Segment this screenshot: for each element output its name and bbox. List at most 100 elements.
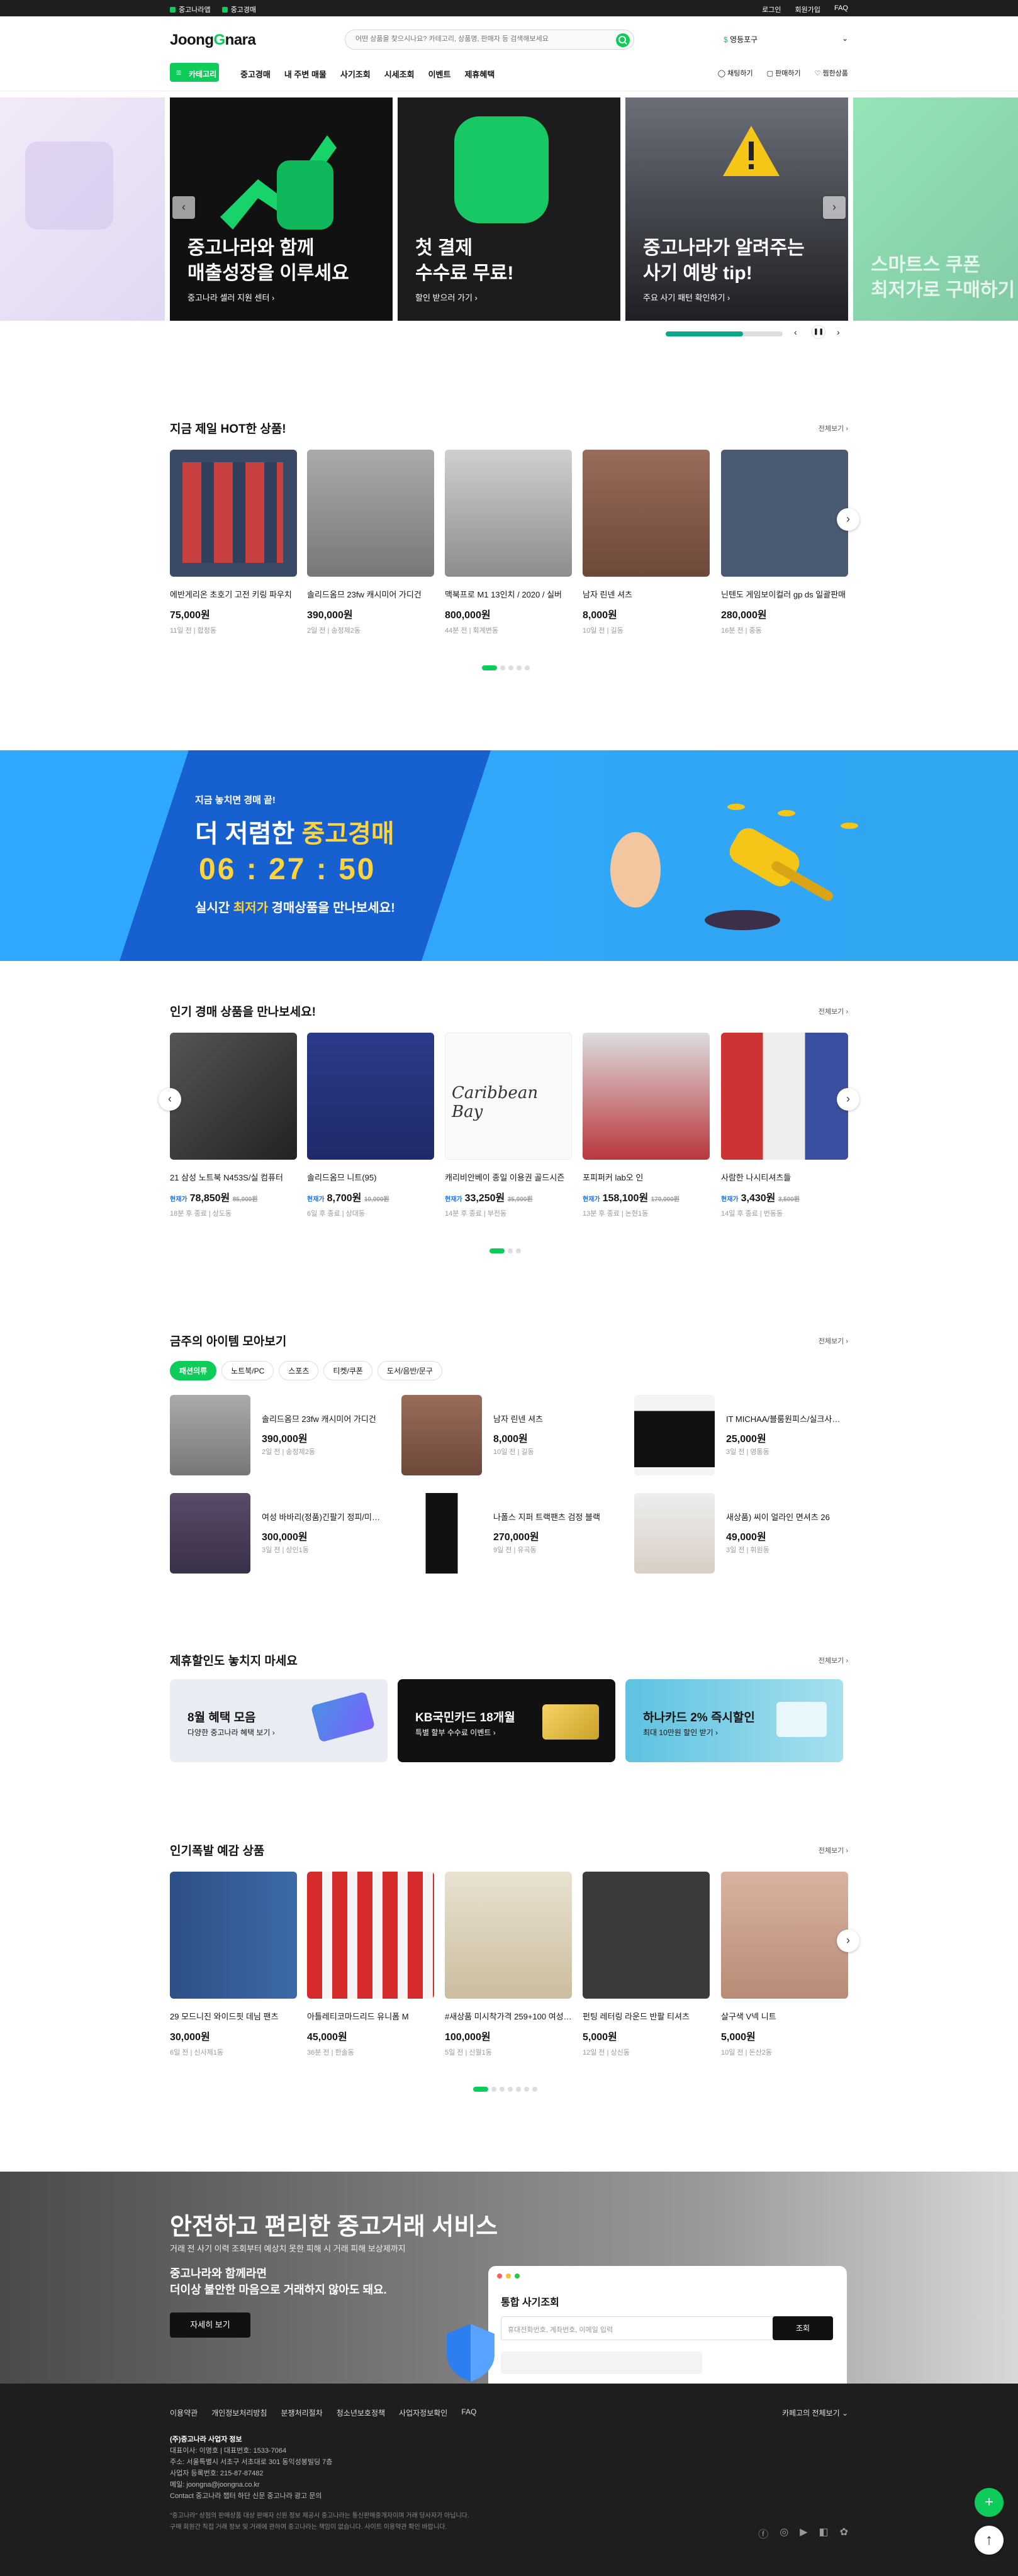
footer-link-youth[interactable]: 청소년보호정책 <box>337 2407 385 2418</box>
curated-more-link[interactable]: 전체보기 › <box>819 1336 848 1346</box>
auction-card[interactable]: 솔리드옴므 니트(95) 현재가 8,700원 10,000원 6일 후 종료 |… <box>307 1033 434 1218</box>
banner-link[interactable]: 중고나라 셀러 지원 센터 › <box>187 291 349 303</box>
pause-icon[interactable]: ❚❚ <box>812 325 825 339</box>
footer-link-privacy[interactable]: 개인정보처리방침 <box>211 2407 267 2418</box>
company-info-line: Contact 중고나라 챕터 하단 신문 중고나라 광고 문의 <box>170 2492 322 2500</box>
popular-next-button[interactable]: › <box>837 1929 859 1952</box>
product-meta: 3일 전 | 휘원동 <box>726 1546 769 1554</box>
product-image <box>401 1493 482 1574</box>
nav-nearby[interactable]: 내 주변 매물 <box>284 68 327 80</box>
product-card[interactable]: 29 모드니진 와이드핏 데님 팬츠 30,000원 6일 전 | 신사제1동 <box>170 1872 297 2057</box>
auction-card[interactable]: 포피퍼커 lab오 인 현재가 158,100원 170,000원 13분 후 종… <box>583 1033 710 1218</box>
youtube-icon[interactable]: ▶ <box>800 2526 807 2541</box>
hot-more-link[interactable]: 전체보기 › <box>819 423 848 433</box>
banner-prev-button[interactable]: ‹ <box>172 196 195 219</box>
chip-laptop[interactable]: 노트북/PC <box>221 1361 274 1380</box>
nav-auction[interactable]: 중고경매 <box>240 68 271 80</box>
category-menu-button[interactable]: ≡ 카테고리 <box>170 63 219 82</box>
list-item[interactable]: 나폴스 지퍼 트랙팬츠 검정 블랙 270,000원 9일 전 | 유곡동 <box>401 1493 615 1574</box>
product-card[interactable]: 남자 린넨 셔츠 8,000원 10일 전 | 길동 <box>583 450 710 635</box>
auction-prev-button[interactable]: ‹ <box>159 1088 181 1111</box>
product-image <box>307 1872 434 1999</box>
product-card[interactable]: 맥북프로 M1 13인치 / 2020 / 실버 800,000원 44분 전 | … <box>445 450 572 635</box>
fraud-check-input[interactable]: 휴대전화번호, 계좌번호, 이메일 입력 <box>501 2316 778 2340</box>
banner-prev-small[interactable]: ‹ <box>794 327 797 337</box>
hot-next-button[interactable]: › <box>837 508 859 531</box>
product-card[interactable]: 닌텐도 게임보이컬러 gp ds 일괄판매 280,000원 16분 전 | 중동 <box>721 450 848 635</box>
banner-next-button[interactable]: › <box>823 196 846 219</box>
product-image <box>721 450 848 577</box>
login-link[interactable]: 로그인 <box>762 4 781 14</box>
footer-link-business[interactable]: 사업자정보확인 <box>399 2407 447 2418</box>
search-icon[interactable] <box>616 33 630 47</box>
cafe-dropdown[interactable]: 카페고의 전체보기 ⌄ <box>782 2407 848 2418</box>
app-link[interactable]: 중고나라앱 <box>170 4 211 14</box>
instagram-icon[interactable]: ◎ <box>780 2526 788 2541</box>
current-price-label: 현재가 <box>170 1196 187 1203</box>
promo-card-benefits[interactable]: 8월 혜택 모음 다양한 중고나라 혜택 보기 › <box>170 1679 388 1762</box>
product-card[interactable]: 에반게리온 초호기 고전 키링 파우치 75,000원 11일 전 | 합정동 <box>170 450 297 635</box>
chip-fashion[interactable]: 패션의류 <box>170 1361 217 1380</box>
signup-link[interactable]: 회원가입 <box>795 4 820 14</box>
footer-link-faq[interactable]: FAQ <box>461 2407 476 2418</box>
chat-button[interactable]: ◯ 채팅하기 <box>718 68 753 78</box>
product-image <box>634 1395 715 1475</box>
auction-card[interactable]: 사람한 나시티셔츠들 현재가 3,430원 3,500원 14일 후 종료 | 번… <box>721 1033 848 1218</box>
top-bar: 중고나라앱 중고경매 로그인 회원가입 FAQ <box>0 0 1018 16</box>
banner-link[interactable]: 주요 사기 패턴 확인하기 › <box>643 291 805 303</box>
product-card[interactable]: 살구색 V넥 니트 5,000원 10일 전 | 돈산2동 <box>721 1872 848 2057</box>
product-name: IT MICHAA/블룸원피스/실크사이즈 <box>726 1414 846 1424</box>
nav-partner[interactable]: 제휴혜택 <box>464 68 495 80</box>
floating-add-button[interactable]: + <box>975 2488 1004 2517</box>
auction-card[interactable]: 21 삼성 노트북 N453S/실 컴퓨터 현재가 78,850원 85,000원… <box>170 1033 297 1218</box>
banner-next-small[interactable]: › <box>837 327 840 337</box>
blog-icon[interactable]: ◧ <box>819 2526 828 2541</box>
facebook-icon[interactable]: ⓕ <box>758 2526 768 2541</box>
auction-link[interactable]: 중고경매 <box>221 4 256 14</box>
partner-more-link[interactable]: 전체보기 › <box>819 1655 848 1665</box>
list-item[interactable]: 새상품) 씨이 얼라인 면셔츠 26 49,000원 3일 전 | 휘원동 <box>634 1493 848 1574</box>
chip-books[interactable]: 도서/음반/문구 <box>377 1361 442 1380</box>
auction-card[interactable]: Caribbean Bay 캐리비안베이 종일 이용권 골드시즌 현재가 33,2… <box>445 1033 572 1218</box>
kakao-icon[interactable]: ✿ <box>840 2526 848 2541</box>
list-item[interactable]: 솔리드옴므 23fw 캐시미어 가디건 390,000원 2일 전 | 송정제2동 <box>170 1395 384 1475</box>
list-item[interactable]: IT MICHAA/블룸원피스/실크사이즈 25,000원 3일 전 | 영통동 <box>634 1395 848 1475</box>
product-name: 29 모드니진 와이드핏 데님 팬츠 <box>170 2012 279 2021</box>
nav-price-check[interactable]: 시세조회 <box>384 68 415 80</box>
chip-tickets[interactable]: 티켓/쿠폰 <box>323 1361 372 1380</box>
chip-sports[interactable]: 스포츠 <box>279 1361 319 1380</box>
product-card[interactable]: 아틀레티코마드리드 유니폼 M 45,000원 36분 전 | 한솔동 <box>307 1872 434 2057</box>
list-item[interactable]: 남자 린넨 셔츠 8,000원 10일 전 | 길동 <box>401 1395 615 1475</box>
product-card[interactable]: 펀팅 레터링 라운드 반팔 티셔츠 5,000원 12일 전 | 상신동 <box>583 1872 710 2057</box>
footer-link-terms[interactable]: 이용약관 <box>170 2407 198 2418</box>
product-card[interactable]: 솔리드옴므 23fw 캐시미어 가디건 390,000원 2일 전 | 송정제2동 <box>307 450 434 635</box>
product-card[interactable]: #새상품 미시착가격 259+100 여성자켓 100,000원 5일 전 | 신월… <box>445 1872 572 2057</box>
product-price: 49,000원 <box>726 1532 766 1543</box>
faq-link[interactable]: FAQ <box>834 4 848 14</box>
wishlist-button[interactable]: ♡ 찜한상품 <box>815 68 848 78</box>
promo-card-hana[interactable]: 하나카드 2% 즉시할인 최대 10만원 할인 받기 › <box>625 1679 843 1762</box>
nav-fraud-check[interactable]: 사기조회 <box>340 68 371 80</box>
logo[interactable]: JoongGnara <box>170 31 256 49</box>
footer: 이용약관 개인정보처리방침 분쟁처리절차 청소년보호정책 사업자정보확인 FAQ… <box>0 2384 1018 2576</box>
auction-pagination <box>489 1248 521 1253</box>
list-item[interactable]: 여성 바바리(정품)긴팔기 정피/미사용 300,000원 3일 전 | 상인1동 <box>170 1493 384 1574</box>
search-input[interactable] <box>355 35 607 43</box>
scroll-top-button[interactable]: ↑ <box>975 2526 1004 2555</box>
banner-slide-2[interactable]: 첫 결제 수수료 무료! 할인 받으러 가기 › <box>398 97 620 321</box>
learn-more-button[interactable]: 자세히 보기 <box>170 2312 250 2338</box>
banner-slide-1[interactable]: 중고나라와 함께 매출성장을 이루세요 중고나라 셀러 지원 센터 › <box>170 97 393 321</box>
auction-more-link[interactable]: 전체보기 › <box>819 1006 848 1016</box>
fraud-check-button[interactable]: 조회 <box>773 2316 833 2340</box>
auction-banner[interactable]: 지금 놓치면 경매 끝! 더 저렴한 중고경매 06 : 27 : 50 실시간… <box>0 750 1018 961</box>
sell-button[interactable]: ▢ 판매하기 <box>767 68 801 78</box>
menu-icon: ≡ <box>176 67 182 77</box>
auction-next-button[interactable]: › <box>837 1088 859 1111</box>
popular-more-link[interactable]: 전체보기 › <box>819 1845 848 1855</box>
location-selector[interactable]: $ 영등포구 ⌄ <box>724 34 848 45</box>
footer-link-dispute[interactable]: 분쟁처리절차 <box>281 2407 323 2418</box>
nav-event[interactable]: 이벤트 <box>428 68 451 80</box>
banner-slide-3[interactable]: 중고나라가 알려주는 사기 예방 tip! 주요 사기 패턴 확인하기 › <box>625 97 848 321</box>
banner-link[interactable]: 할인 받으러 가기 › <box>415 291 513 303</box>
promo-card-kb[interactable]: KB국민카드 18개월 특별 할부 수수료 이벤트 › <box>398 1679 615 1762</box>
